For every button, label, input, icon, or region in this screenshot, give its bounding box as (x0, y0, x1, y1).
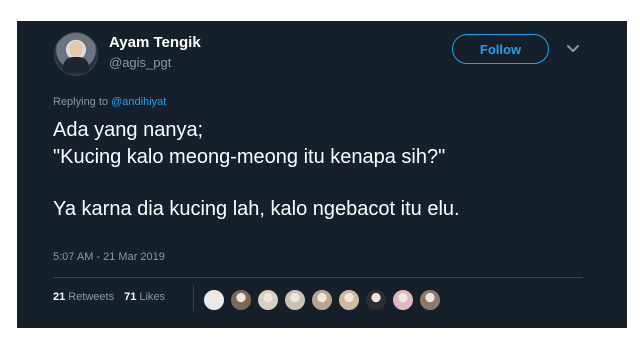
liker-avatar[interactable] (311, 289, 333, 311)
liker-avatar[interactable] (338, 289, 360, 311)
liker-avatar[interactable] (284, 289, 306, 311)
likes-label: Likes (139, 291, 166, 303)
tweet-timestamp[interactable]: 5:07 AM - 21 Mar 2019 (53, 251, 165, 263)
liker-avatar[interactable] (257, 289, 279, 311)
tweet-paragraph-gap (53, 171, 613, 196)
tweet-line-1: Ada yang nanya; (53, 119, 204, 141)
likes-count: 71 (124, 291, 137, 303)
tweet-card: Ayam Tengik @agis_pgt Follow Replying to… (17, 21, 627, 328)
liker-avatar[interactable] (365, 289, 387, 311)
liker-avatar[interactable] (230, 289, 252, 311)
tweet-line-3: Ya karna dia kucing lah, kalo ngebacot i… (53, 198, 460, 220)
retweets-label: Retweets (68, 291, 115, 303)
liker-avatar[interactable] (203, 289, 225, 311)
replying-to-label: Replying to (53, 96, 109, 108)
liker-avatar[interactable] (419, 289, 441, 311)
likes-stat[interactable]: 71 Likes (124, 291, 165, 303)
author-avatar[interactable] (54, 32, 98, 76)
replying-to: Replying to @andihiyat (53, 96, 166, 108)
stats-separator (193, 285, 194, 311)
chevron-down-icon[interactable] (565, 40, 581, 56)
tweet-line-2: "Kucing kalo meong-meong itu kenapa sih?… (53, 146, 446, 168)
liker-avatar[interactable] (392, 289, 414, 311)
author-handle[interactable]: @agis_pgt (109, 55, 171, 70)
avatar-face (69, 41, 83, 57)
follow-button[interactable]: Follow (452, 34, 549, 64)
avatar-suit (63, 57, 89, 73)
retweets-count: 21 (53, 291, 66, 303)
author-display-name[interactable]: Ayam Tengik (109, 34, 201, 51)
tweet-text: Ada yang nanya; "Kucing kalo meong-meong… (53, 117, 613, 223)
retweets-stat[interactable]: 21 Retweets (53, 291, 114, 303)
reply-mention-link[interactable]: @andihiyat (111, 96, 166, 108)
liker-avatars (203, 289, 441, 311)
stats-divider (53, 277, 583, 278)
tweet-stats: 21 Retweets 71 Likes (53, 291, 165, 303)
